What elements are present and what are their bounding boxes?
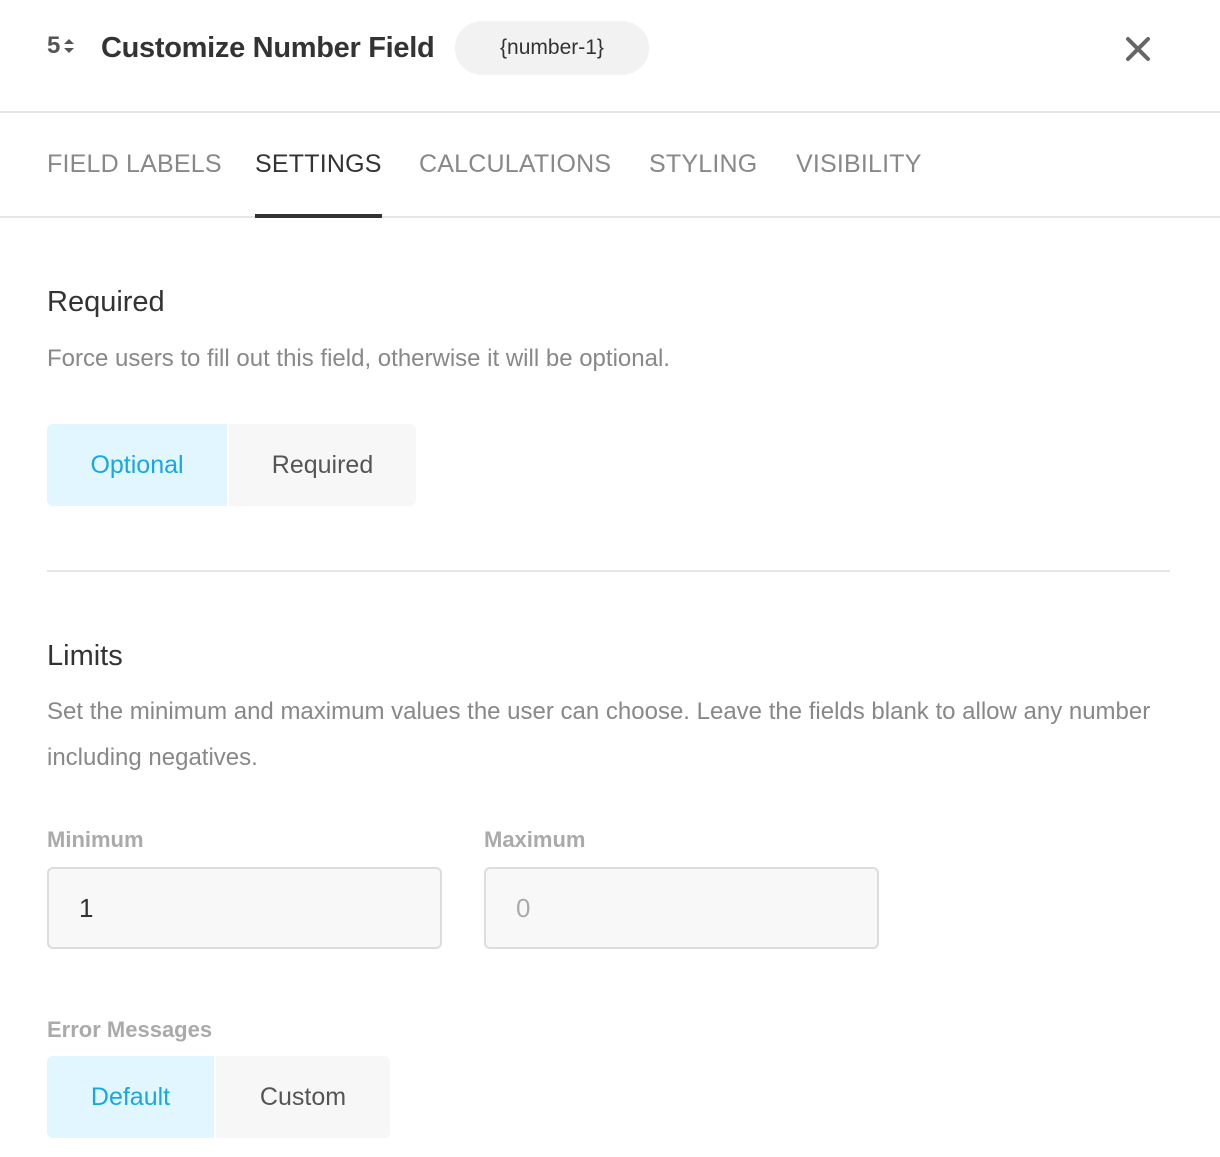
custom-option-button[interactable]: Custom — [214, 1056, 390, 1138]
limits-section-description: Set the minimum and maximum values the u… — [47, 698, 1151, 771]
minimum-input[interactable] — [47, 867, 442, 949]
required-toggle: Optional Required — [47, 424, 416, 506]
modal-title: Customize Number Field — [101, 32, 435, 64]
tab-visibility[interactable]: VISIBILITY — [796, 113, 922, 216]
limits-section-title: Limits — [47, 640, 123, 672]
error-messages-label: Error Messages — [47, 1017, 213, 1042]
maximum-input[interactable] — [484, 867, 879, 949]
optional-option-button[interactable]: Optional — [47, 424, 227, 506]
tab-settings[interactable]: SETTINGS — [255, 113, 382, 218]
stepper-arrows-icon — [64, 39, 75, 53]
minimum-label: Minimum — [47, 827, 144, 852]
tab-styling[interactable]: STYLING — [649, 113, 757, 216]
close-button[interactable] — [1121, 32, 1155, 66]
number-field-icon: 5 — [47, 32, 75, 60]
modal-header: 5 Customize Number Field {number-1} — [0, 0, 1220, 113]
tab-field-labels[interactable]: FIELD LABELS — [47, 113, 222, 216]
error-messages-toggle: Default Custom — [47, 1056, 390, 1138]
close-icon — [1126, 37, 1150, 61]
tab-bar: FIELD LABELS SETTINGS CALCULATIONS STYLI… — [0, 113, 1220, 218]
section-divider — [47, 570, 1170, 572]
tab-calculations[interactable]: CALCULATIONS — [419, 113, 611, 216]
required-option-button[interactable]: Required — [227, 424, 416, 506]
required-section-title: Required — [47, 286, 165, 318]
maximum-label: Maximum — [484, 827, 586, 852]
default-option-button[interactable]: Default — [47, 1056, 214, 1138]
required-section-description: Force users to fill out this field, othe… — [47, 345, 670, 372]
field-tag-badge: {number-1} — [455, 21, 649, 75]
